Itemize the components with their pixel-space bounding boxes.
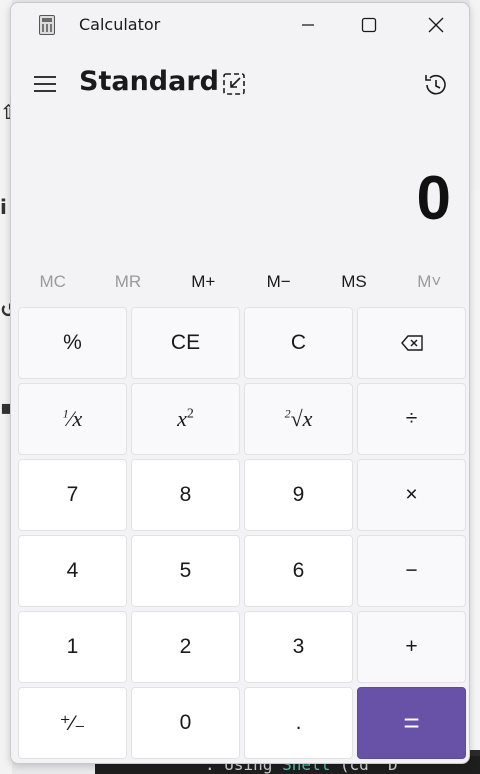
window-title: Calculator xyxy=(79,15,161,34)
keep-on-top-icon xyxy=(223,73,245,95)
backspace-button[interactable] xyxy=(357,307,466,379)
digit-1-button[interactable]: 1 xyxy=(18,611,127,683)
history-button[interactable] xyxy=(421,71,449,99)
digit-label: 2 xyxy=(179,635,192,658)
negate-label: ⁺∕₋ xyxy=(59,711,86,735)
background-glyph: i xyxy=(0,195,7,219)
close-icon xyxy=(428,17,444,33)
add-label: + xyxy=(405,635,418,658)
square-label: x2 xyxy=(177,406,194,431)
keypad: % CE C 1⁄x x2 2√x ÷ 7 8 9 × 4 5 6 − 1 2 … xyxy=(18,307,466,759)
memory-clear-button[interactable]: MC xyxy=(15,265,90,299)
title-bar[interactable]: Calculator xyxy=(11,3,469,47)
square-root-button[interactable]: 2√x xyxy=(244,383,353,455)
minimize-icon xyxy=(302,24,314,26)
digit-label: 6 xyxy=(292,559,305,582)
digit-0-button[interactable]: 0 xyxy=(131,687,240,759)
subtract-button[interactable]: − xyxy=(357,535,466,607)
maximize-button[interactable] xyxy=(346,9,392,41)
digit-8-button[interactable]: 8 xyxy=(131,459,240,531)
add-button[interactable]: + xyxy=(357,611,466,683)
equals-button[interactable]: = xyxy=(357,687,466,759)
mode-title: Standard xyxy=(79,66,219,97)
digit-label: 8 xyxy=(179,483,192,506)
digit-2-button[interactable]: 2 xyxy=(131,611,240,683)
reciprocal-button[interactable]: 1⁄x xyxy=(18,383,127,455)
digit-label: 3 xyxy=(292,635,305,658)
subtract-label: − xyxy=(405,559,418,582)
memory-subtract-button[interactable]: M− xyxy=(241,265,316,299)
percent-label: % xyxy=(63,331,82,354)
digit-4-button[interactable]: 4 xyxy=(18,535,127,607)
backspace-icon xyxy=(400,335,423,351)
decimal-button[interactable]: . xyxy=(244,687,353,759)
mode-header: Standard xyxy=(11,59,469,109)
digit-label: 9 xyxy=(292,483,305,506)
equals-label: = xyxy=(403,707,420,738)
close-button[interactable] xyxy=(413,9,459,41)
multiply-label: × xyxy=(405,483,418,506)
clear-button[interactable]: C xyxy=(244,307,353,379)
memory-list-button[interactable]: M˅ xyxy=(392,265,467,299)
digit-3-button[interactable]: 3 xyxy=(244,611,353,683)
divide-button[interactable]: ÷ xyxy=(357,383,466,455)
keep-on-top-button[interactable] xyxy=(221,71,247,97)
background-right-panel xyxy=(470,0,480,774)
digit-9-button[interactable]: 9 xyxy=(244,459,353,531)
divide-label: ÷ xyxy=(405,407,418,430)
calculator-app-icon xyxy=(39,15,55,35)
digit-label: 4 xyxy=(66,559,79,582)
digit-label: 5 xyxy=(179,559,192,582)
percent-button[interactable]: % xyxy=(18,307,127,379)
result-display: 0 xyxy=(416,164,451,233)
minimize-button[interactable] xyxy=(285,9,331,41)
digit-label: 7 xyxy=(66,483,79,506)
history-icon xyxy=(425,74,446,95)
hamburger-icon xyxy=(34,76,56,92)
memory-store-button[interactable]: MS xyxy=(316,265,391,299)
digit-label: 0 xyxy=(179,711,192,734)
clear-entry-label: CE xyxy=(170,331,201,354)
reciprocal-label: 1⁄x xyxy=(62,406,83,431)
digit-7-button[interactable]: 7 xyxy=(18,459,127,531)
negate-button[interactable]: ⁺∕₋ xyxy=(18,687,127,759)
square-root-label: 2√x xyxy=(284,406,313,431)
square-button[interactable]: x2 xyxy=(131,383,240,455)
digit-label: 1 xyxy=(66,635,79,658)
clear-entry-button[interactable]: CE xyxy=(131,307,240,379)
memory-recall-button[interactable]: MR xyxy=(90,265,165,299)
calculator-window: Calculator Standard 0 MC MR M+ M− MS M˅ … xyxy=(10,2,470,764)
navigation-menu-button[interactable] xyxy=(31,71,59,97)
memory-add-button[interactable]: M+ xyxy=(166,265,241,299)
digit-6-button[interactable]: 6 xyxy=(244,535,353,607)
memory-row: MC MR M+ M− MS M˅ xyxy=(15,265,467,299)
clear-label: C xyxy=(290,331,307,354)
maximize-icon xyxy=(361,17,377,33)
multiply-button[interactable]: × xyxy=(357,459,466,531)
digit-5-button[interactable]: 5 xyxy=(131,535,240,607)
decimal-label: . xyxy=(295,711,302,734)
